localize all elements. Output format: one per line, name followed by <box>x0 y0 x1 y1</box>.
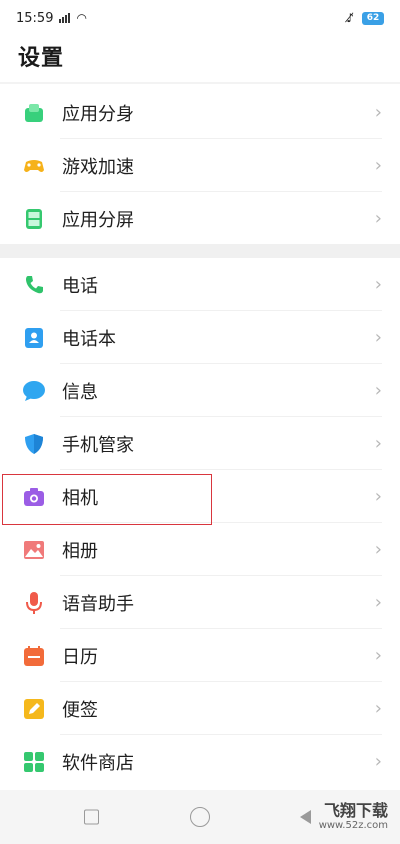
settings-item-phone-manager[interactable]: 手机管家 › <box>0 417 400 470</box>
note-icon <box>22 697 46 721</box>
camera-icon <box>22 485 46 509</box>
settings-item-notes[interactable]: 便签 › <box>0 682 400 735</box>
app-store-icon <box>22 750 46 774</box>
settings-group-1: 应用分身 › 游戏加速 › 应用分屏 › <box>0 86 400 245</box>
chevron-right-icon: › <box>374 326 382 348</box>
settings-item-label: 应用分屏 <box>62 209 134 231</box>
chevron-right-icon: › <box>374 538 382 560</box>
chevron-right-icon: › <box>374 154 382 176</box>
calendar-icon <box>22 644 46 668</box>
settings-item-album[interactable]: 相册 › <box>0 523 400 576</box>
signal-icon <box>59 13 71 23</box>
home-button[interactable] <box>190 807 210 827</box>
contacts-icon <box>22 326 46 350</box>
watermark-title: 飞翔下载 <box>323 801 388 820</box>
settings-item-label: 语音助手 <box>62 593 134 615</box>
settings-item-label: 电话 <box>62 275 98 297</box>
settings-item-label: 电话本 <box>62 328 116 350</box>
mute-icon: ♪̸ <box>346 11 354 25</box>
message-icon <box>22 379 46 403</box>
chevron-right-icon: › <box>374 750 382 772</box>
section-separator <box>0 244 400 258</box>
settings-item-label: 相机 <box>62 487 98 509</box>
settings-item-label: 相册 <box>62 540 98 562</box>
recent-apps-button[interactable] <box>84 809 99 825</box>
chevron-right-icon: › <box>374 207 382 229</box>
status-bar: 15:59 ◠ ♪̸ 62 <box>0 0 400 36</box>
settings-item-phone[interactable]: 电话 › <box>0 258 400 311</box>
settings-item-label: 应用分身 <box>62 103 134 125</box>
title-divider <box>0 82 400 84</box>
settings-item-label: 信息 <box>62 381 98 403</box>
back-button[interactable] <box>300 810 311 824</box>
watermark: 飞翔下载 www.52z.com <box>319 802 388 831</box>
battery-icon: 62 <box>362 11 384 25</box>
status-right: ♪̸ 62 <box>346 11 384 25</box>
chevron-right-icon: › <box>374 432 382 454</box>
settings-item-app-clone[interactable]: 应用分身 › <box>0 86 400 139</box>
chevron-right-icon: › <box>374 273 382 295</box>
shield-icon <box>22 432 46 456</box>
settings-item-contacts[interactable]: 电话本 › <box>0 311 400 364</box>
settings-item-voice-assistant[interactable]: 语音助手 › <box>0 576 400 629</box>
wifi-icon: ◠ <box>76 11 87 25</box>
settings-item-messages[interactable]: 信息 › <box>0 364 400 417</box>
settings-item-camera[interactable]: 相机 › <box>0 470 400 523</box>
settings-item-app-store[interactable]: 软件商店 › <box>0 735 400 788</box>
chevron-right-icon: › <box>374 697 382 719</box>
app-clone-icon <box>22 101 46 125</box>
phone-icon <box>22 273 46 297</box>
watermark-url: www.52z.com <box>318 819 388 831</box>
chevron-right-icon: › <box>374 379 382 401</box>
settings-item-label: 日历 <box>62 646 98 668</box>
settings-item-label: 软件商店 <box>62 752 134 774</box>
chevron-right-icon: › <box>374 485 382 507</box>
settings-item-split-screen[interactable]: 应用分屏 › <box>0 192 400 245</box>
split-screen-icon <box>22 207 46 231</box>
status-left: 15:59 ◠ <box>16 11 87 26</box>
settings-item-calendar[interactable]: 日历 › <box>0 629 400 682</box>
settings-item-label: 手机管家 <box>62 434 134 456</box>
page-title: 设置 <box>18 46 65 71</box>
settings-item-label: 便签 <box>62 699 98 721</box>
microphone-icon <box>22 591 46 615</box>
settings-item-label: 游戏加速 <box>62 156 134 178</box>
gamepad-icon <box>22 154 46 178</box>
status-time: 15:59 <box>16 10 54 26</box>
chevron-right-icon: › <box>374 101 382 123</box>
album-icon <box>22 538 46 562</box>
chevron-right-icon: › <box>374 644 382 666</box>
chevron-right-icon: › <box>374 591 382 613</box>
settings-item-game-accel[interactable]: 游戏加速 › <box>0 139 400 192</box>
settings-group-2: 电话 › 电话本 › 信息 › 手机管家 › 相机 › 相册 › 语音助手 › … <box>0 258 400 788</box>
